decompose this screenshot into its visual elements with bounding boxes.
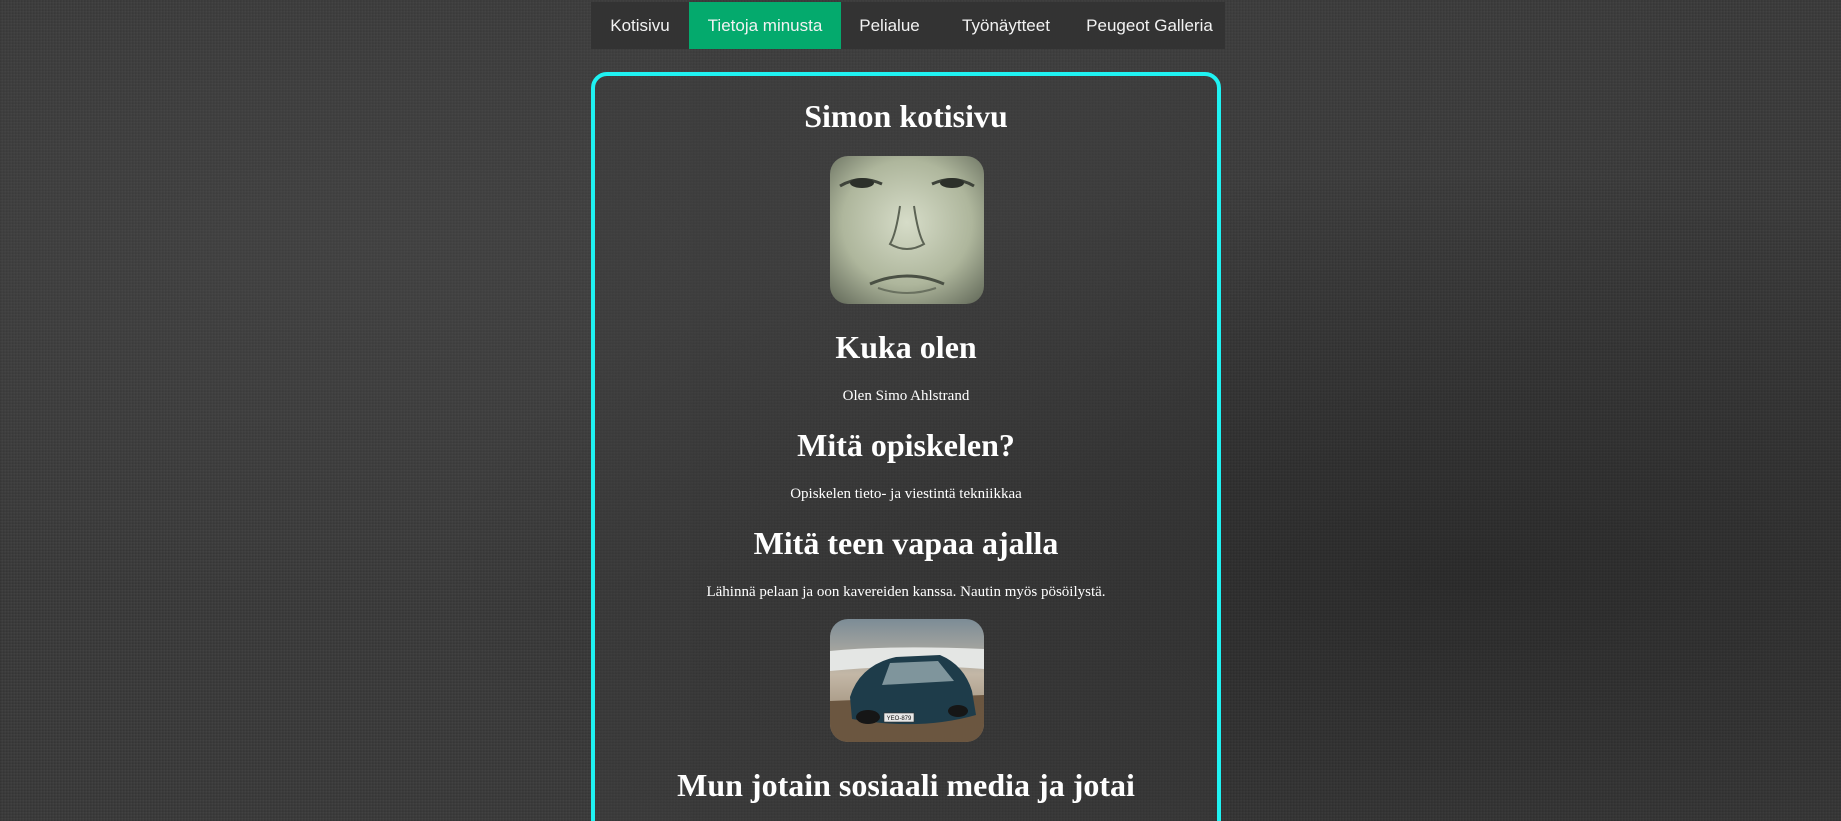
content-panel: Simon kotisivu Kuka olen Olen Simo Ahlst… <box>591 72 1221 821</box>
profile-photo <box>830 156 984 304</box>
page-title: Simon kotisivu <box>804 98 1008 134</box>
license-plate: YEO-879 <box>887 716 912 722</box>
heading-kuka-olen: Kuka olen <box>835 329 977 365</box>
main-navigation: Kotisivu Tietoja minusta Pelialue Työnäy… <box>591 2 1225 49</box>
car-photo: YEO-879 <box>830 619 984 742</box>
text-vapaa-aika: Lähinnä pelaan ja oon kavereiden kanssa.… <box>706 584 1106 600</box>
nav-item-kotisivu[interactable]: Kotisivu <box>591 2 689 49</box>
nav-item-tietoja-minusta[interactable]: Tietoja minusta <box>689 2 841 49</box>
heading-sosiaali-media: Mun jotain sosiaali media ja jotai <box>677 767 1135 803</box>
nav-item-peugeot-galleria[interactable]: Peugeot Galleria <box>1074 2 1225 49</box>
nav-item-pelialue[interactable]: Pelialue <box>841 2 938 49</box>
heading-mita-opiskelen: Mitä opiskelen? <box>797 427 1015 463</box>
text-mita-opiskelen: Opiskelen tieto- ja viestintä tekniikkaa <box>790 486 1022 502</box>
nav-item-tyonaytteet[interactable]: Työnäytteet <box>938 2 1074 49</box>
text-kuka-olen: Olen Simo Ahlstrand <box>842 388 970 404</box>
heading-vapaa-aika: Mitä teen vapaa ajalla <box>753 525 1059 561</box>
